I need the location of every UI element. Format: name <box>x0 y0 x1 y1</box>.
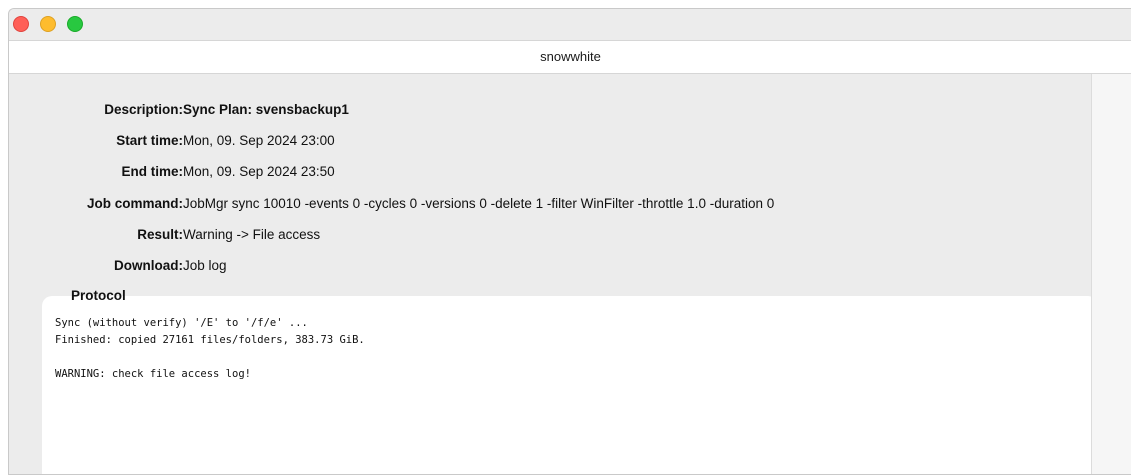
description-value: Sync Plan: svensbackup1 <box>183 102 349 117</box>
job-command-value: JobMgr sync 10010 -events 0 -cycles 0 -v… <box>183 196 775 211</box>
app-window: snowwhite Description: Sync Plan: svensb… <box>8 8 1131 475</box>
start-time-label: Start time: <box>116 133 183 148</box>
job-details-panel: Description: Sync Plan: svensbackup1 Sta… <box>9 74 1098 474</box>
protocol-output-box[interactable]: Sync (without verify) '/E' to '/f/e' ...… <box>42 296 1098 474</box>
job-command-label: Job command: <box>86 196 183 211</box>
window-title: snowwhite <box>9 40 1131 74</box>
minimize-window-button[interactable] <box>40 16 56 32</box>
protocol-output: Sync (without verify) '/E' to '/f/e' ...… <box>55 315 365 383</box>
protocol-heading: Protocol <box>71 288 126 303</box>
close-window-button[interactable] <box>13 16 29 32</box>
protocol-line: WARNING: check file access log! <box>55 368 251 380</box>
start-time-value: Mon, 09. Sep 2024 23:00 <box>183 133 335 148</box>
end-time-label: End time: <box>121 164 183 179</box>
title-bar <box>9 9 1131 40</box>
end-time-value: Mon, 09. Sep 2024 23:50 <box>183 164 335 179</box>
protocol-line: Sync (without verify) '/E' to '/f/e' ... <box>55 317 308 329</box>
result-label: Result: <box>137 227 183 242</box>
vertical-scrollbar[interactable] <box>1091 74 1131 474</box>
protocol-line: Finished: copied 27161 files/folders, 38… <box>55 334 365 346</box>
job-log-link[interactable]: Job log <box>183 256 227 276</box>
result-value: Warning -> File access <box>183 227 321 242</box>
download-label: Download: <box>114 258 183 273</box>
description-label: Description: <box>104 102 183 117</box>
maximize-window-button[interactable] <box>67 16 83 32</box>
